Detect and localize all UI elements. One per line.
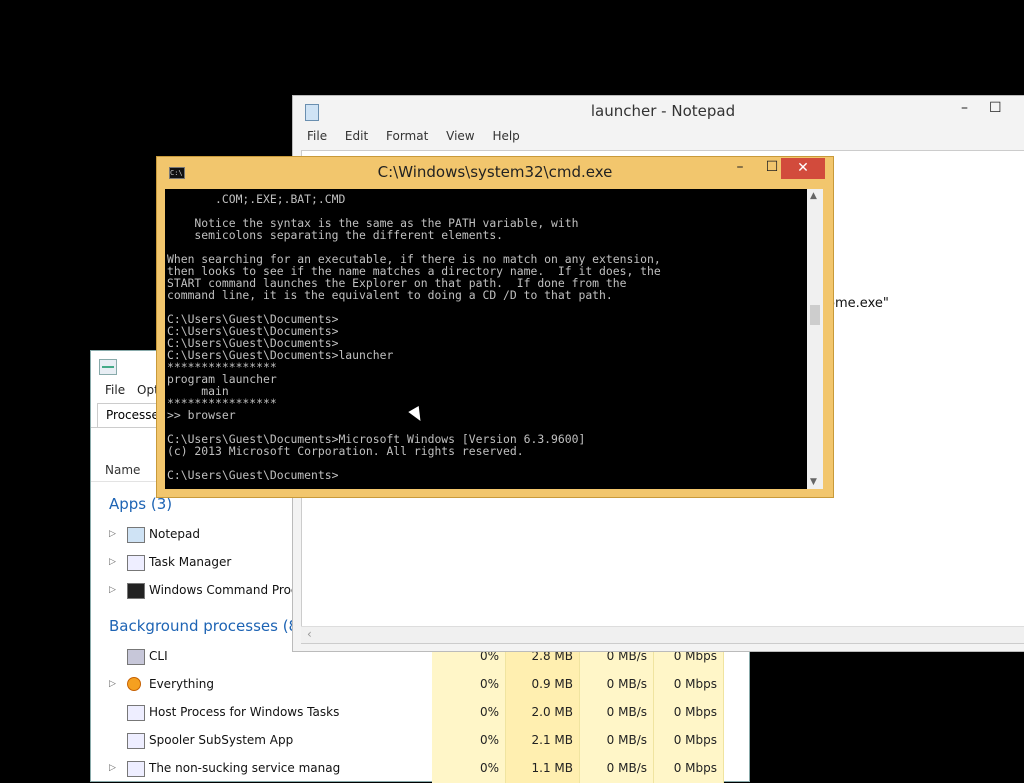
memory-cell: 2.1 MB (506, 727, 580, 755)
cli-icon (127, 649, 145, 665)
n-icon (127, 761, 145, 777)
memory-cell: 2.0 MB (506, 699, 580, 727)
notepad-title: launcher - Notepad (590, 102, 736, 120)
disk-cell: 0 MB/s (580, 755, 654, 783)
cmd-window[interactable]: C:\ C:\Windows\system32\cmd.exe – ☐ ✕ .C… (156, 156, 834, 498)
printer-icon (127, 733, 145, 749)
cpu-cell: 0% (432, 727, 506, 755)
np-menu-view[interactable]: View (446, 129, 474, 143)
taskmanager-icon (127, 555, 145, 571)
expand-arrow-icon[interactable]: ▷ (109, 763, 116, 773)
scroll-up-icon[interactable]: ▲ (810, 191, 817, 201)
process-name: Task Manager (149, 555, 232, 569)
maximize-icon[interactable]: ☐ (761, 159, 783, 175)
expand-arrow-icon[interactable]: ▷ (109, 679, 116, 689)
np-menu-file[interactable]: File (307, 129, 327, 143)
notepad-icon (127, 527, 145, 543)
scrollbar-thumb[interactable] (810, 305, 820, 325)
minimize-icon[interactable]: – (729, 159, 751, 175)
console-output[interactable]: .COM;.EXE;.BAT;.CMD Notice the syntax is… (165, 189, 807, 489)
taskmanager-icon (99, 359, 117, 375)
process-name: The non-sucking service manag (149, 761, 341, 775)
network-cell: 0 Mbps (654, 699, 724, 727)
expand-arrow-icon[interactable]: ▷ (109, 557, 116, 567)
process-name: Host Process for Windows Tasks (149, 705, 340, 719)
process-row[interactable]: Host Process for Windows Tasks 0% 2.0 MB… (91, 699, 749, 727)
process-name: Everything (149, 677, 214, 691)
memory-cell: 1.1 MB (506, 755, 580, 783)
console-text: .COM;.EXE;.BAT;.CMD Notice the syntax is… (167, 192, 661, 482)
horizontal-scrollbar[interactable]: ‹ (301, 626, 1024, 643)
host-process-icon (127, 705, 145, 721)
vertical-scrollbar[interactable]: ▲ ▼ (807, 189, 823, 489)
disk-cell: 0 MB/s (580, 671, 654, 699)
maximize-icon[interactable]: ☐ (989, 100, 1002, 116)
process-row[interactable]: Spooler SubSystem App 0% 2.1 MB 0 MB/s 0… (91, 727, 749, 755)
network-cell: 0 Mbps (654, 727, 724, 755)
cpu-cell: 0% (432, 671, 506, 699)
process-row[interactable]: ▷ Everything 0% 0.9 MB 0 MB/s 0 Mbps (91, 671, 749, 699)
cmd-icon (127, 583, 145, 599)
memory-cell: 0.9 MB (506, 671, 580, 699)
np-menu-edit[interactable]: Edit (345, 129, 368, 143)
expand-arrow-icon[interactable]: ▷ (109, 585, 116, 595)
cpu-cell: 0% (432, 699, 506, 727)
close-icon[interactable]: ✕ (781, 158, 825, 179)
disk-cell: 0 MB/s (580, 727, 654, 755)
column-header-name[interactable]: Name (105, 463, 140, 477)
expand-arrow-icon[interactable]: ▷ (109, 529, 116, 539)
group-background-processes[interactable]: Background processes (8) (109, 617, 304, 635)
np-menu-format[interactable]: Format (386, 129, 428, 143)
process-row[interactable]: ▷ The non-sucking service manag 0% 1.1 M… (91, 755, 749, 783)
scroll-left-icon[interactable]: ‹ (307, 627, 312, 641)
minimize-icon[interactable]: – (961, 100, 968, 116)
scroll-down-icon[interactable]: ▼ (810, 477, 817, 487)
network-cell: 0 Mbps (654, 671, 724, 699)
everything-icon (127, 677, 141, 691)
notepad-menubar: File Edit Format View Help (307, 129, 534, 143)
process-name: Notepad (149, 527, 200, 541)
process-name: Spooler SubSystem App (149, 733, 294, 747)
cpu-cell: 0% (432, 755, 506, 783)
np-menu-help[interactable]: Help (492, 129, 519, 143)
tm-menu-file[interactable]: File (105, 383, 125, 397)
process-name: CLI (149, 649, 168, 663)
disk-cell: 0 MB/s (580, 699, 654, 727)
network-cell: 0 Mbps (654, 755, 724, 783)
process-name: Windows Command Proces (149, 583, 312, 597)
